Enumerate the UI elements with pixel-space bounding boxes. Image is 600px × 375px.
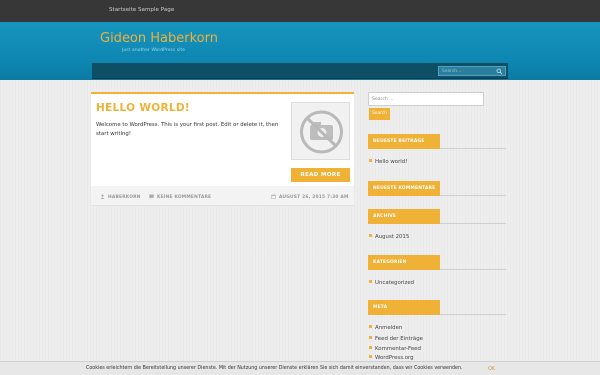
read-more-button[interactable]: READ MORE bbox=[291, 168, 350, 182]
post-thumbnail[interactable] bbox=[291, 102, 350, 160]
widget-link-label: Anmelden bbox=[375, 325, 403, 331]
widget-link-label: August 2015 bbox=[375, 234, 410, 240]
topnav-startseite[interactable]: Startseite bbox=[109, 7, 136, 13]
widget-title-meta: META bbox=[368, 300, 440, 315]
top-bar: Startseite Sample Page bbox=[0, 0, 600, 22]
header-search-placeholder: Search... bbox=[442, 69, 462, 74]
comment-icon bbox=[149, 194, 154, 199]
site-description: Just another WordPress site bbox=[122, 48, 185, 53]
widget-divider bbox=[440, 181, 506, 196]
user-icon bbox=[100, 194, 105, 199]
calendar-icon bbox=[271, 194, 276, 199]
post-comments[interactable]: KEINE KOMMENTARE bbox=[149, 194, 211, 200]
widget-link-august-2015[interactable]: August 2015 bbox=[369, 234, 409, 240]
post-date: AUGUST 26, 2015 7:30 AM bbox=[271, 194, 349, 200]
widget-link-label: Kommentar-Feed bbox=[375, 346, 421, 352]
widget-title-archive: ARCHIVE bbox=[368, 209, 440, 224]
widget-link-kommentar-feed[interactable]: Kommentar-Feed bbox=[369, 346, 421, 352]
post-title[interactable]: HELLO WORLD! bbox=[96, 102, 190, 114]
widget-title-recent-posts: NEUESTE BEITRÄGE bbox=[368, 134, 440, 149]
post-comments-label: KEINE KOMMENTARE bbox=[157, 195, 212, 200]
widget-link-anmelden[interactable]: Anmelden bbox=[369, 325, 402, 331]
post-author[interactable]: HABERKORN bbox=[100, 194, 141, 200]
search-icon[interactable] bbox=[496, 68, 503, 75]
sidebar-search-input[interactable]: Search ... bbox=[368, 92, 484, 106]
widget-link-label: Uncategorized bbox=[375, 280, 415, 286]
widget-title-recent-comments: NEUESTE KOMMENTARE bbox=[368, 181, 440, 196]
sidebar-search-button[interactable]: Search bbox=[369, 108, 390, 120]
header-search-input[interactable]: Search... bbox=[438, 66, 506, 76]
widget-link-feed-eintraege[interactable]: Feed der Einträge bbox=[369, 336, 423, 342]
bullet-icon bbox=[369, 355, 372, 358]
post-excerpt: Welcome to WordPress. This is your first… bbox=[96, 122, 279, 137]
sidebar-search-placeholder: Search ... bbox=[372, 97, 394, 102]
widget-divider bbox=[440, 209, 506, 224]
topnav-sample-page[interactable]: Sample Page bbox=[138, 7, 174, 13]
bullet-icon bbox=[369, 159, 372, 162]
widget-divider bbox=[440, 134, 506, 149]
no-image-camera-icon bbox=[300, 110, 343, 154]
cookie-banner-text: Cookies erleichtern die Bereitstellung u… bbox=[86, 366, 463, 371]
cookie-ok-button[interactable]: OK bbox=[488, 366, 495, 372]
widget-link-uncategorized[interactable]: Uncategorized bbox=[369, 280, 414, 286]
site-title[interactable]: Gideon Haberkorn bbox=[100, 31, 218, 46]
bullet-icon bbox=[369, 325, 372, 328]
widget-divider bbox=[440, 255, 506, 270]
widget-link-label: Hello world! bbox=[375, 159, 408, 165]
widget-link-label: Feed der Einträge bbox=[375, 336, 423, 342]
cookie-banner: Cookies erleichtern die Bereitstellung u… bbox=[0, 361, 600, 375]
post-date-label: AUGUST 26, 2015 7:30 AM bbox=[279, 195, 349, 200]
bullet-icon bbox=[369, 280, 372, 283]
bullet-icon bbox=[369, 234, 372, 237]
widget-link-hello-world[interactable]: Hello world! bbox=[369, 159, 407, 165]
post-author-label: HABERKORN bbox=[108, 195, 141, 200]
widget-title-categories: KATEGORIEN bbox=[368, 255, 440, 270]
bullet-icon bbox=[369, 336, 372, 339]
widget-divider bbox=[440, 300, 506, 315]
bullet-icon bbox=[369, 346, 372, 349]
